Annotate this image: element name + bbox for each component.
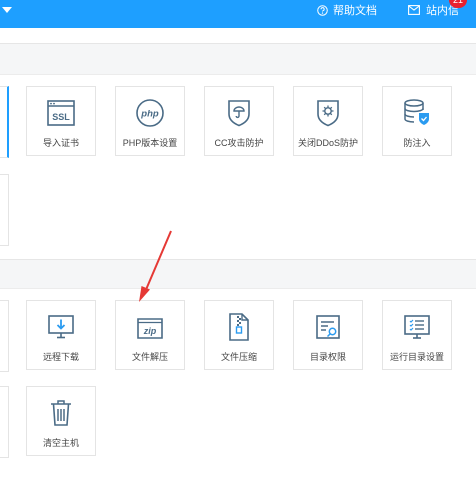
- svg-text:zip: zip: [143, 326, 157, 336]
- tile-label: CC攻击防护: [214, 138, 264, 148]
- tile-clear-host[interactable]: 清空主机: [26, 386, 96, 456]
- tile-label: 远程下载: [42, 352, 79, 362]
- svg-text:SSL: SSL: [52, 112, 70, 122]
- file-zip-icon: [229, 313, 249, 341]
- tile-label: 运行目录设置: [389, 352, 444, 362]
- tile-disable-ddos[interactable]: 关闭DDoS防护: [293, 86, 363, 156]
- ddos-shield-icon: [317, 100, 339, 127]
- tile-partial-selected[interactable]: [0, 86, 9, 158]
- help-docs-link[interactable]: 帮助文档: [317, 2, 377, 18]
- tile-import-certificate[interactable]: SSL 导入证书: [26, 86, 96, 156]
- tile-file-compress[interactable]: 文件压缩: [204, 300, 274, 370]
- section-header-1: [0, 43, 476, 75]
- tile-remote-download[interactable]: 远程下载: [26, 300, 96, 370]
- tile-directory-permission[interactable]: 目录权限: [293, 300, 363, 370]
- top-bar: 帮助文档 站内信 21: [0, 0, 476, 28]
- mail-icon: [408, 5, 420, 15]
- tile-run-directory[interactable]: 运行目录设置: [382, 300, 452, 370]
- ssl-certificate-icon: SSL: [47, 100, 75, 126]
- annotation-arrow: [139, 230, 172, 302]
- tile-partial[interactable]: [0, 300, 9, 372]
- section-header-2: [0, 259, 476, 289]
- tile-label: 文件压缩: [220, 352, 257, 362]
- tile-cc-protection[interactable]: CC攻击防护: [204, 86, 274, 156]
- directory-permission-icon: [316, 315, 340, 339]
- zip-icon: zip: [137, 318, 163, 339]
- question-circle-icon: [317, 4, 328, 16]
- php-icon: php: [136, 99, 164, 127]
- svg-text:php: php: [140, 109, 159, 120]
- cc-shield-icon: [228, 100, 250, 127]
- tile-label: 目录权限: [309, 352, 346, 362]
- tile-anti-injection[interactable]: 防注入: [382, 86, 452, 156]
- tile-label: 文件解压: [131, 352, 168, 362]
- database-shield-icon: [404, 99, 429, 125]
- trash-icon: [51, 400, 71, 426]
- tile-label: 关闭DDoS防护: [297, 138, 358, 148]
- tile-label: 防注入: [403, 138, 431, 148]
- chevron-down-icon[interactable]: [2, 7, 12, 13]
- download-icon: [48, 315, 74, 339]
- tile-partial[interactable]: [0, 386, 9, 458]
- tile-label: 清空主机: [42, 438, 79, 448]
- tile-file-unzip[interactable]: zip 文件解压: [115, 300, 185, 370]
- help-docs-label: 帮助文档: [333, 5, 377, 17]
- tile-partial[interactable]: [0, 174, 9, 246]
- tile-label: 导入证书: [42, 138, 79, 148]
- tile-label: PHP版本设置: [122, 138, 178, 148]
- run-directory-icon: [404, 315, 430, 339]
- tile-php-version[interactable]: php PHP版本设置: [115, 86, 185, 156]
